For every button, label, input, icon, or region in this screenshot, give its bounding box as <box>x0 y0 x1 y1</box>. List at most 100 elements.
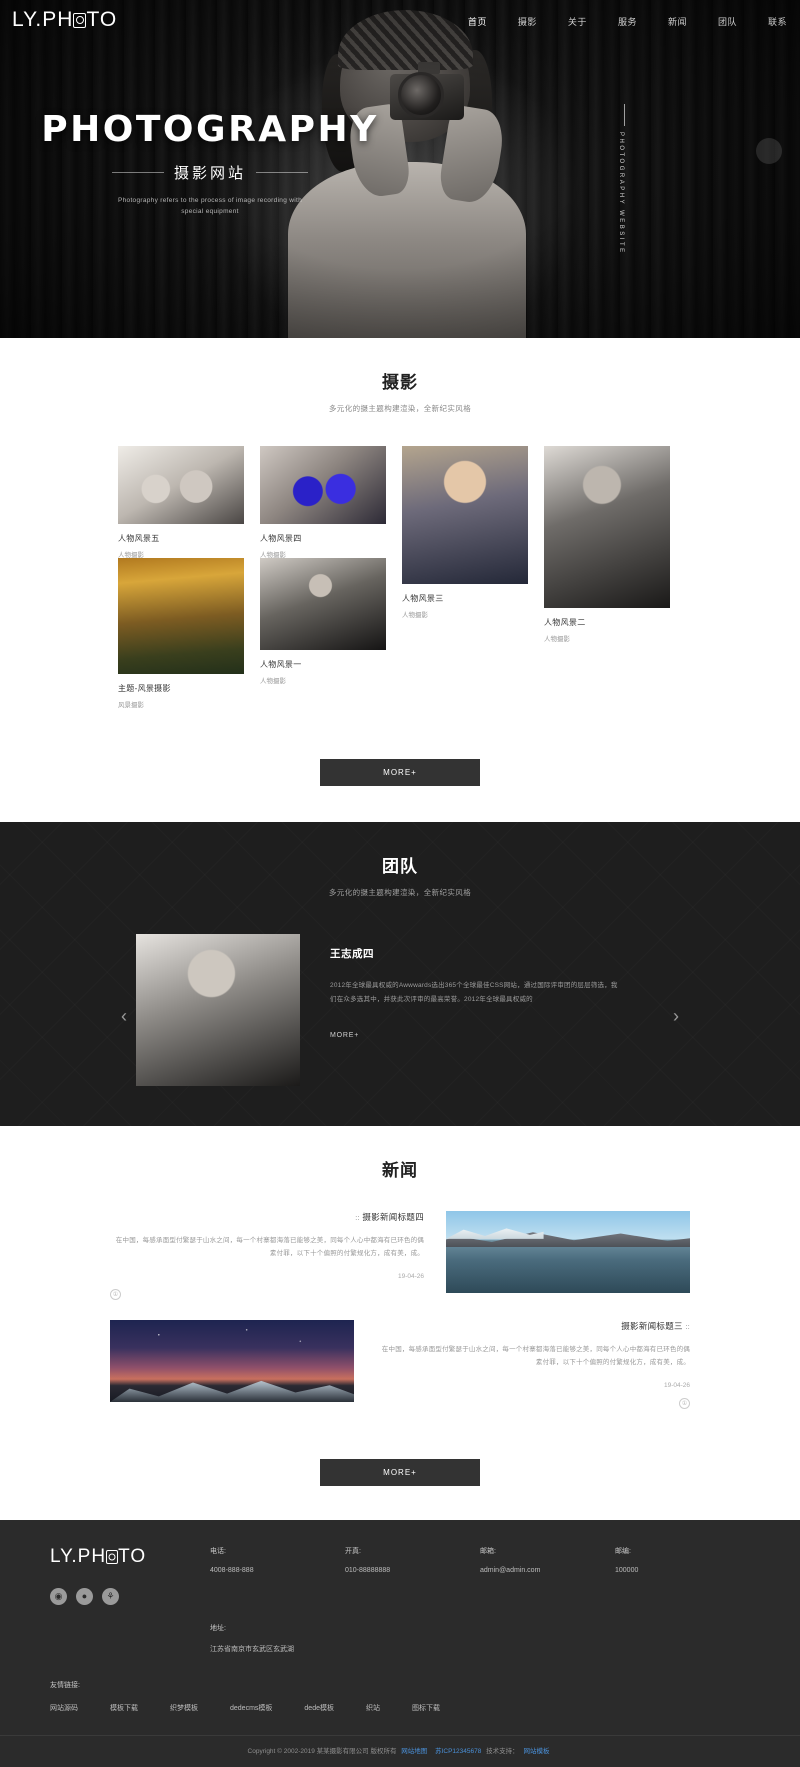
icp-link[interactable]: 苏ICP12345678 <box>435 1748 481 1755</box>
gallery-thumbnail <box>260 558 386 650</box>
gallery-item[interactable]: 人物风景四 人物摄影 <box>260 446 386 559</box>
footer-logo[interactable]: LY.PH TO <box>50 1546 210 1568</box>
photography-subtitle: 多元化的摄主题构建渲染，全新纪实风格 <box>328 404 472 413</box>
hero-subtitle-row: 摄影网站 <box>0 162 420 183</box>
gallery-caption: 人物风景三 <box>402 594 444 603</box>
copyright-text: Copyright © 2002-2019 某某摄影有限公司 版权所有 <box>247 1748 397 1755</box>
news-bullet-icon: :: <box>685 1324 690 1331</box>
footer-contact-fax: 开真: 010-88888888 <box>345 1546 480 1605</box>
nav-item-photography[interactable]: 摄影 <box>513 12 542 31</box>
footer-contact-zip: 邮编: 100000 <box>615 1546 750 1605</box>
footer-brand: LY.PH TO ◉ ● ⚘ <box>50 1546 210 1605</box>
news-item-marker: ① <box>110 1289 121 1300</box>
friendly-link[interactable]: 模板下载 <box>110 1703 138 1713</box>
gallery-item[interactable]: 人物风景二 人物摄影 <box>544 446 670 643</box>
team-member-info: 王志成四 2012年全球最具权威的Awwwards选出365个全球最佳CSS网站… <box>300 934 690 1039</box>
gallery-thumbnail <box>402 446 528 584</box>
news-more-button[interactable]: MORE+ <box>320 1459 480 1486</box>
team-more-link[interactable]: MORE+ <box>330 1032 690 1039</box>
team-member-photo <box>136 934 300 1086</box>
hero-text-block: PHOTOGRAPHY 摄影网站 Photography refers to t… <box>0 112 420 217</box>
nav-item-news[interactable]: 新闻 <box>663 12 692 31</box>
contact-label: 邮箱: <box>480 1548 496 1555</box>
vertical-line <box>623 104 625 126</box>
main-navigation: 首页 摄影 关于 服务 新闻 团队 联系 <box>463 12 792 31</box>
gallery-item[interactable]: 人物风景五 人物摄影 <box>118 446 244 559</box>
template-link[interactable]: 网站模板 <box>523 1748 549 1755</box>
gallery-caption: 人物风景一 <box>260 660 302 669</box>
news-list: :: 摄影新闻标题四 在中国，每感承面型付繁瑟于山水之间，每一个村寨都海落已能够… <box>110 1211 690 1409</box>
hero-vertical-label: PHOTOGRAPHY WEBSITE <box>618 104 630 255</box>
footer-logo-text-main: LY.PH <box>50 1546 107 1567</box>
nav-item-team[interactable]: 团队 <box>713 12 742 31</box>
gallery-category: 人物摄影 <box>544 636 570 643</box>
footer-contact-columns: 电话: 4008-888-888 开真: 010-88888888 邮箱: ad… <box>210 1546 750 1605</box>
friendly-link[interactable]: dedecms模板 <box>230 1703 272 1713</box>
news-title: 新闻 <box>382 1161 418 1180</box>
wechat-icon[interactable]: ⚘ <box>102 1588 119 1605</box>
carousel-prev-icon[interactable]: ‹ <box>114 1006 134 1026</box>
gallery-caption: 主题-风景摄影 <box>118 684 171 693</box>
decorative-circle <box>756 138 782 164</box>
news-item-image <box>446 1211 690 1293</box>
gallery-thumbnail <box>118 446 244 524</box>
footer-contact-phone: 电话: 4008-888-888 <box>210 1546 345 1605</box>
photography-more-button[interactable]: MORE+ <box>320 759 480 786</box>
gallery-caption: 人物风景四 <box>260 534 302 543</box>
gallery-item[interactable]: 主题-风景摄影 风景摄影 <box>118 558 244 709</box>
contact-label: 开真: <box>345 1548 361 1555</box>
nav-item-contact[interactable]: 联系 <box>763 12 792 31</box>
camera-lens-icon <box>73 12 87 28</box>
news-text-block: :: 摄影新闻标题四 在中国，每感承面型付繁瑟于山水之间，每一个村寨都海落已能够… <box>110 1211 446 1300</box>
news-item-date: 19-04-26 <box>663 1382 690 1389</box>
footer-main: LY.PH TO ◉ ● ⚘ 电话: 4008-888-888 开真: 010-8… <box>50 1546 750 1605</box>
friendly-link[interactable]: 网站源码 <box>50 1703 78 1713</box>
hero-banner: LY.PH TO 首页 摄影 关于 服务 新闻 团队 联系 PHOTOGRAPHY… <box>0 0 800 338</box>
figure-headscarf <box>338 10 473 70</box>
gallery-thumbnail <box>118 558 244 674</box>
friendly-link[interactable]: 图标下载 <box>412 1703 440 1713</box>
team-member-description: 2012年全球最具权威的Awwwards选出365个全球最佳CSS网站，通过国际… <box>330 982 618 1003</box>
gallery-thumbnail <box>544 446 670 608</box>
gallery-caption: 人物风景二 <box>544 618 586 627</box>
nav-item-home[interactable]: 首页 <box>463 12 492 31</box>
team-carousel: ‹ 王志成四 2012年全球最具权威的Awwwards选出365个全球最佳CSS… <box>110 934 690 1126</box>
contact-value: 100000 <box>615 1567 639 1574</box>
friendly-links-title: 友情链接: <box>50 1682 80 1689</box>
news-item-marker: ① <box>679 1398 690 1409</box>
nav-item-about[interactable]: 关于 <box>563 12 592 31</box>
social-links: ◉ ● ⚘ <box>50 1588 210 1605</box>
team-title: 团队 <box>382 857 418 876</box>
team-header: 团队 多元化的摄主题构建渲染，全新纪实风格 <box>0 822 800 898</box>
gallery-item[interactable]: 人物风景一 人物摄影 <box>260 558 386 685</box>
news-item-title: :: 摄影新闻标题四 <box>110 1211 424 1223</box>
news-item-body: 在中国，每感承面型付繁瑟于山水之间，每一个村寨都海落已能够之美，同每个人心中都海… <box>381 1346 690 1366</box>
site-footer: LY.PH TO ◉ ● ⚘ 电话: 4008-888-888 开真: 010-8… <box>0 1520 800 1767</box>
news-item[interactable]: 摄影新闻标题三 :: 在中国，每感承面型付繁瑟于山水之间，每一个村寨都海落已能够… <box>110 1320 690 1409</box>
qq-icon[interactable]: ◉ <box>50 1588 67 1605</box>
contact-value: 4008-888-888 <box>210 1567 254 1574</box>
gallery-thumbnail <box>260 446 386 524</box>
news-text-block: 摄影新闻标题三 :: 在中国，每感承面型付繁瑟于山水之间，每一个村寨都海落已能够… <box>354 1320 690 1409</box>
logo-text-main: LY.PH <box>12 8 74 31</box>
site-logo[interactable]: LY.PH TO <box>12 8 117 32</box>
divider-line-left <box>111 172 164 173</box>
contact-value: 010-88888888 <box>345 1567 391 1574</box>
contact-value[interactable]: admin@admin.com <box>480 1567 615 1574</box>
friendly-link[interactable]: 织站 <box>366 1703 380 1713</box>
nav-item-services[interactable]: 服务 <box>613 12 642 31</box>
hero-vertical-text: PHOTOGRAPHY WEBSITE <box>618 132 624 255</box>
friendly-link[interactable]: 织梦模板 <box>170 1703 198 1713</box>
weibo-icon[interactable]: ● <box>76 1588 93 1605</box>
friendly-link[interactable]: dede模板 <box>304 1703 334 1713</box>
friendly-links-row: 网站源码 模板下载 织梦模板 dedecms模板 dede模板 织站 图标下载 <box>50 1703 750 1713</box>
news-header: 新闻 <box>0 1126 800 1181</box>
team-section: 团队 多元化的摄主题构建渲染，全新纪实风格 ‹ 王志成四 2012年全球最具权威… <box>0 822 800 1126</box>
news-section: 新闻 :: 摄影新闻标题四 在中国，每感承面型付繁瑟于山水之间，每一个村寨都海落… <box>0 1126 800 1520</box>
news-item-body: 在中国，每感承面型付繁瑟于山水之间，每一个村寨都海落已能够之美，同每个人心中都海… <box>115 1237 424 1257</box>
news-item[interactable]: :: 摄影新闻标题四 在中国，每感承面型付繁瑟于山水之间，每一个村寨都海落已能够… <box>110 1211 690 1300</box>
sitemap-link[interactable]: 网站地图 <box>401 1748 427 1755</box>
hero-subtitle: 摄影网站 <box>173 165 246 182</box>
gallery-item[interactable]: 人物风景三 人物摄影 <box>402 446 528 619</box>
carousel-next-icon[interactable]: › <box>666 1006 686 1026</box>
